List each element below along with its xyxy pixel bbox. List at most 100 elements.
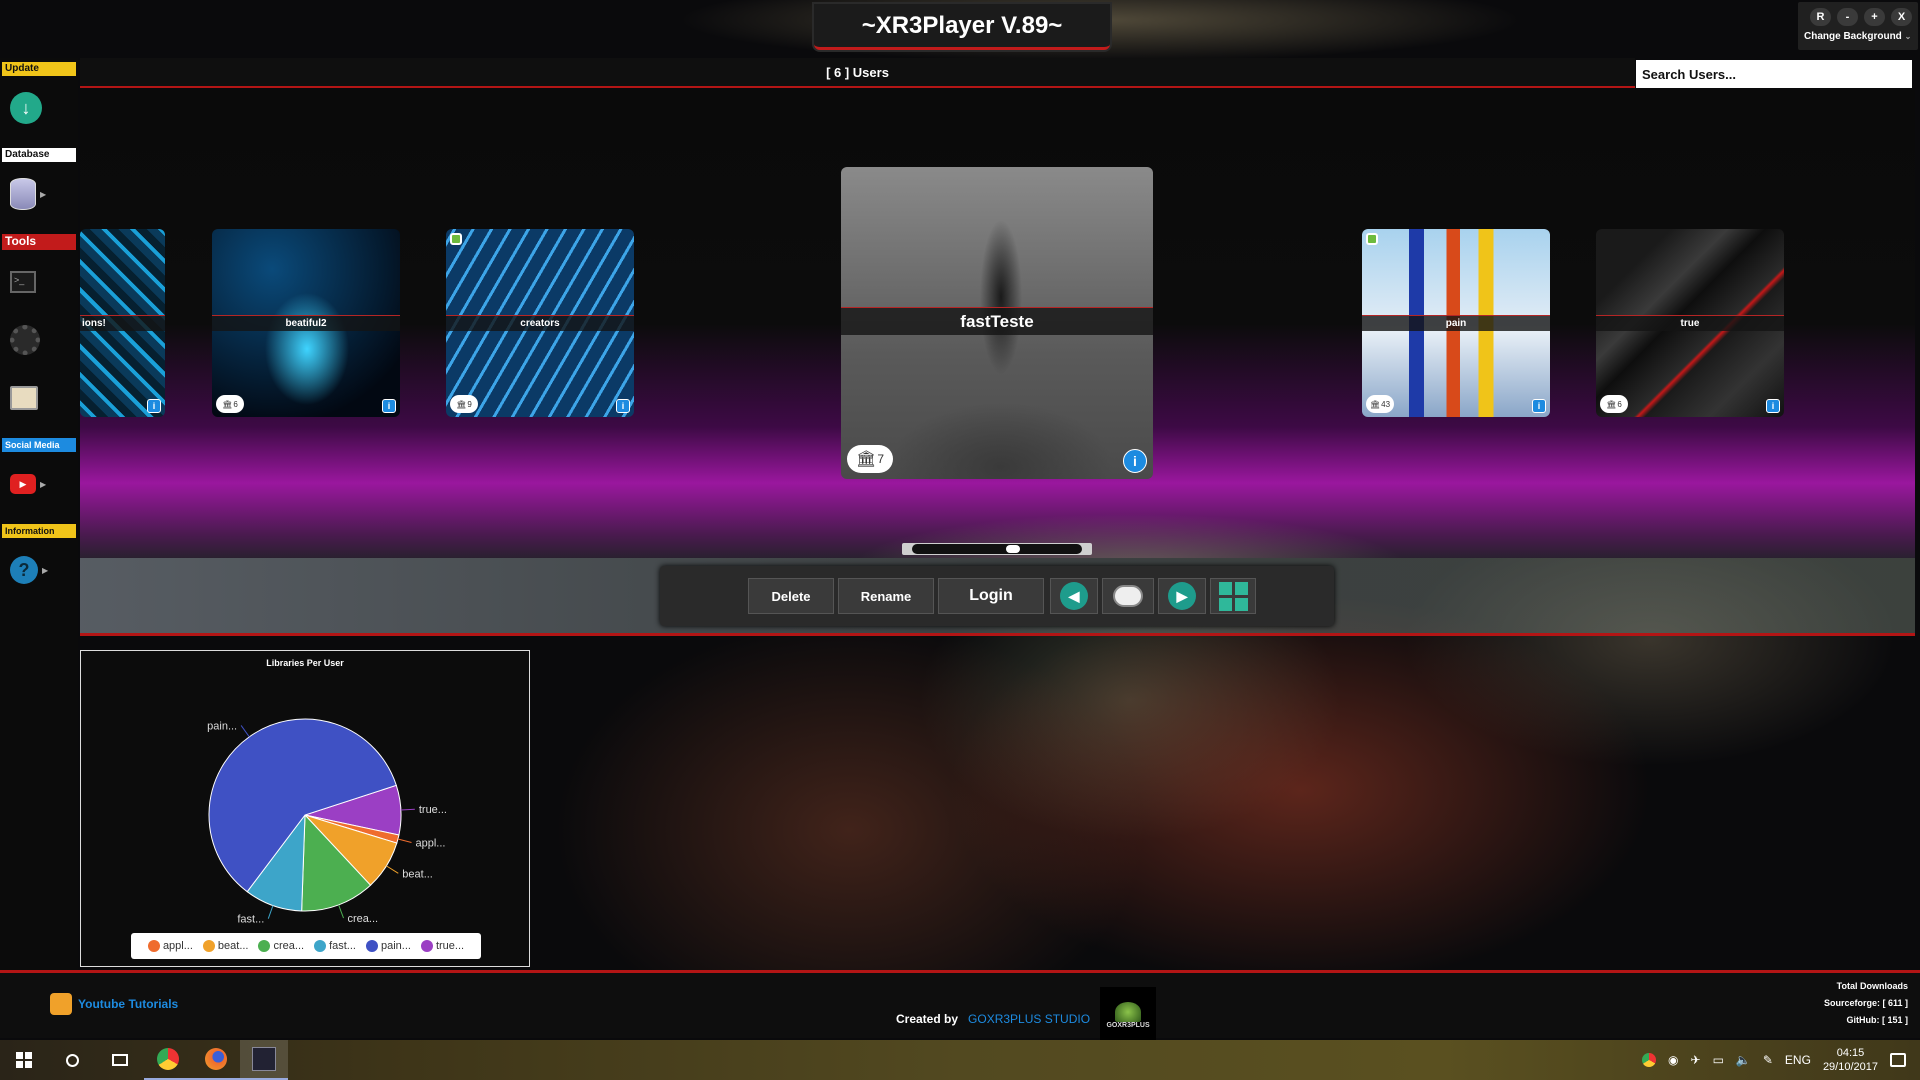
user-toolbar: Delete Rename Login ◀ ▶ [660,566,1334,626]
user-card[interactable]: pain 🏛 43 i [1362,229,1550,417]
users-carousel[interactable]: ions! i beatiful2 🏛 6 i creators 🏛 9 i fas… [80,90,1915,558]
pie-label: pain... [207,720,237,732]
github-downloads: GitHub: [ 151 ] [1846,1015,1908,1025]
legend-swatch [314,940,327,952]
grid-icon [1218,581,1248,611]
info-icon[interactable]: i [1532,399,1546,413]
legend-label: pain... [380,940,411,952]
carousel-scrollbar[interactable] [902,543,1092,555]
settings-button[interactable] [10,314,62,366]
start-button[interactable] [0,1040,48,1080]
pie-leader-line [267,905,274,919]
library-icon: 🏛 [1369,399,1381,409]
grid-view-button[interactable] [1210,578,1256,614]
footer: Youtube Tutorials Created by GOXR3PLUS S… [0,970,1920,1043]
task-view-icon [112,1054,128,1066]
login-button[interactable]: Login [938,578,1044,614]
library-badge: 🏛 6 [216,395,244,413]
user-name: beatiful2 [212,315,400,331]
chrome-taskbar-app[interactable] [144,1040,192,1080]
maximize-button[interactable]: + [1864,8,1885,26]
scrollbar-thumb[interactable] [1006,545,1020,553]
info-icon[interactable]: i [616,399,630,413]
language-indicator[interactable]: ENG [1785,1053,1811,1067]
visualizer-button[interactable] [10,372,62,424]
pie-leader-line [386,865,399,874]
battery-icon[interactable]: ▭ [1713,1053,1724,1067]
app-title: ~XR3Player V.89~ [814,4,1110,50]
console-button[interactable]: >_ [10,256,62,308]
users-settings-button[interactable] [1102,578,1154,614]
task-view-button[interactable] [96,1040,144,1080]
libraries-per-user-chart: Libraries Per User true... appl... beat...… [80,650,530,967]
legend-item: true... [420,940,464,952]
search-taskbar-button[interactable] [48,1040,96,1080]
legend-swatch [365,940,378,952]
database-icon [10,178,36,210]
close-button[interactable]: X [1891,8,1912,26]
pie-label: crea... [348,913,379,925]
update-button[interactable]: ↓ [10,82,62,134]
user-name: ions! [80,315,165,331]
network-globe-icon[interactable]: ◉ [1668,1053,1678,1067]
minimize-button[interactable]: - [1837,8,1858,26]
plane-icon[interactable]: ✈ [1691,1053,1701,1067]
legend-item: appl... [147,940,193,952]
user-name: true [1596,315,1784,331]
legend-item: beat... [202,940,249,952]
clock[interactable]: 04:15 29/10/2017 [1823,1046,1878,1074]
chrome-tray-icon[interactable] [1642,1053,1657,1067]
section-update: Update [2,62,76,76]
volume-icon[interactable]: 🔈 [1736,1053,1751,1067]
rename-button[interactable]: Rename [838,578,934,614]
help-button[interactable]: ? ▶ [10,544,62,596]
firefox-icon [205,1048,227,1070]
library-badge: 🏛 43 [1366,395,1394,413]
pie-leader-line [400,808,415,811]
xr3player-icon [252,1047,276,1071]
youtube-button[interactable]: ▶ ▶ [10,458,62,510]
legend-label: appl... [162,940,193,952]
legend-swatch [258,940,271,952]
firefox-taskbar-app[interactable] [192,1040,240,1080]
pie-leader-line [338,904,344,919]
user-name: pain [1362,315,1550,331]
legend-label: beat... [217,940,249,952]
user-card[interactable]: creators 🏛 9 i [446,229,634,417]
section-database: Database [2,148,76,162]
previous-user-button[interactable]: ◀ [1050,578,1098,614]
user-card[interactable]: ions! i [80,229,165,417]
pen-icon[interactable]: ✎ [1763,1053,1773,1067]
studio-link[interactable]: GOXR3PLUS STUDIO [968,1012,1090,1026]
users-count: [ 6 ] Users [826,64,889,80]
delete-button[interactable]: Delete [748,578,834,614]
legend-label: fast... [329,940,356,952]
legend-item: crea... [258,940,304,952]
info-icon[interactable]: i [147,399,161,413]
pie-label: fast... [237,914,264,926]
library-icon: 🏛 [456,399,467,409]
user-name: fastTeste [841,307,1153,335]
database-button[interactable]: ▶ [10,168,62,220]
library-badge: 🏛 9 [450,395,478,413]
r-button[interactable]: R [1810,8,1831,26]
total-downloads-label: Total Downloads [1836,981,1908,991]
xr3player-taskbar-app[interactable] [240,1040,288,1080]
search-input[interactable] [1636,60,1912,88]
gear-icon [10,325,40,355]
info-icon[interactable]: i [1766,399,1780,413]
pie-chart: true... appl... beat... crea... fast... pain.… [207,718,447,926]
user-card-selected[interactable]: fastTeste 🏛 7 i [841,167,1153,479]
user-card[interactable]: true 🏛 6 i [1596,229,1784,417]
youtube-tutorials-link[interactable]: Youtube Tutorials [50,993,178,1015]
user-card[interactable]: beatiful2 🏛 6 i [212,229,400,417]
info-icon[interactable]: i [382,399,396,413]
notifications-icon[interactable] [1890,1053,1906,1067]
info-icon[interactable]: i [1123,449,1147,473]
chart-legend: appl... beat... crea... fast... pain... true.… [131,933,481,959]
change-background-button[interactable]: Change Background ⌄ [1798,26,1918,42]
system-tray: ◉ ✈ ▭ 🔈 ✎ ENG 04:15 29/10/2017 [1642,1040,1920,1080]
sourceforge-downloads: Sourceforge: [ 611 ] [1823,998,1908,1008]
library-icon: 🏛 [856,451,877,468]
next-user-button[interactable]: ▶ [1158,578,1206,614]
